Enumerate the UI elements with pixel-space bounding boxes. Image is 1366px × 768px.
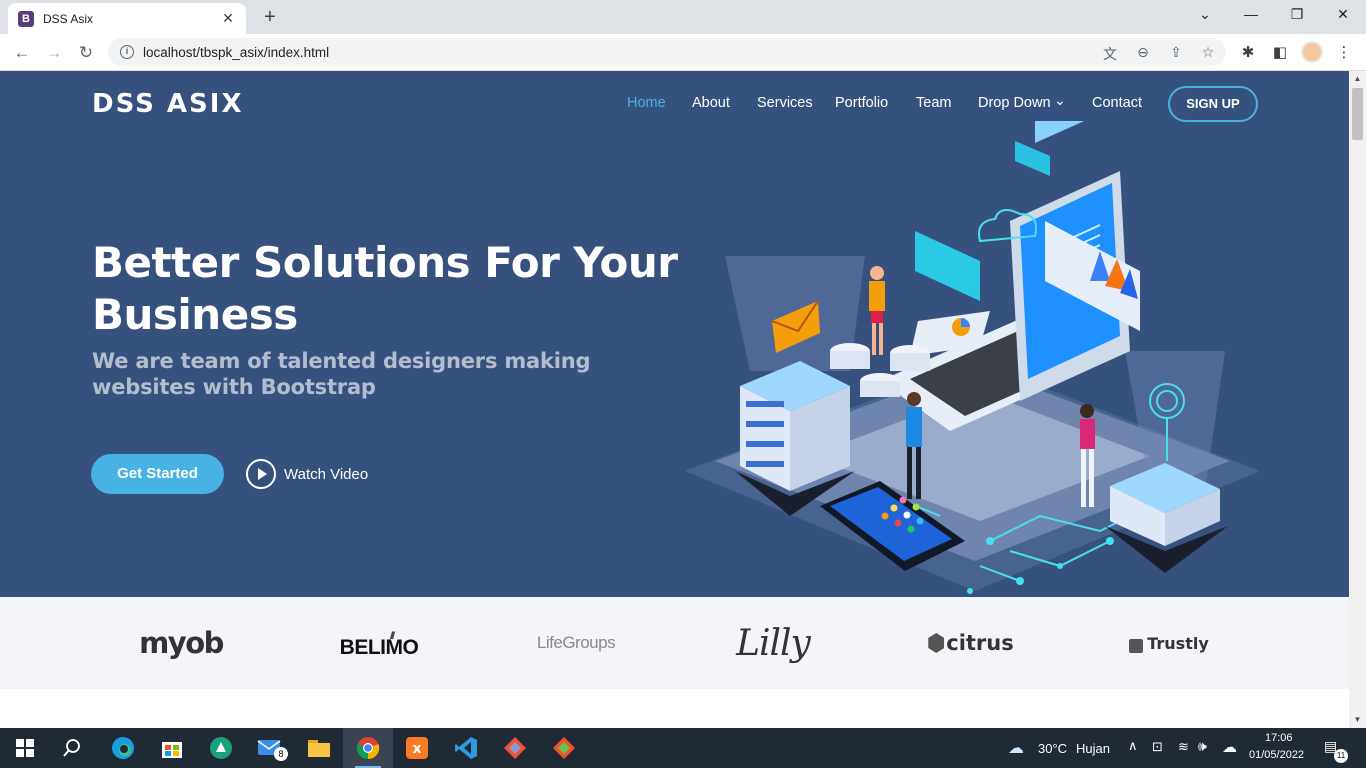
svg-text:x: x <box>412 741 421 757</box>
clients-section: myob //// BELIMO LifeGroups Lilly citrus… <box>0 597 1349 689</box>
tab-search-icon[interactable]: ⌄ <box>1190 4 1220 24</box>
nav-contact[interactable]: Contact <box>1092 95 1142 111</box>
search-icon[interactable] <box>47 728 97 768</box>
client-logo-lilly: Lilly <box>736 622 811 664</box>
translate-icon[interactable]: 文 <box>1101 44 1119 64</box>
nav-team[interactable]: Team <box>916 95 951 111</box>
site-info-icon[interactable]: i <box>120 45 134 59</box>
hero-title: Better Solutions For Your Business <box>92 238 678 339</box>
nav-about[interactable]: About <box>692 95 730 111</box>
url-bar[interactable]: i localhost/tbspk_asix/index.html 文 ⊖ ⇪ … <box>108 38 1226 66</box>
client-logo-belimo: //// BELIMO <box>339 631 419 659</box>
address-toolbar: ← → ↻ i localhost/tbspk_asix/index.html … <box>0 34 1366 71</box>
hero-section: DSS ASIX Home About Services Portfolio T… <box>0 71 1349 597</box>
volume-icon[interactable]: 🕪 <box>1198 738 1207 755</box>
client-logo-myob: myob <box>139 626 224 660</box>
start-windows-icon[interactable] <box>0 728 50 768</box>
belimo-mark-icon: //// <box>390 631 395 642</box>
hero-illustration <box>685 121 1260 594</box>
minimize-icon[interactable]: — <box>1236 4 1266 24</box>
signup-button[interactable]: SIGN UP <box>1168 86 1258 122</box>
weather-description[interactable]: Hujan <box>1076 741 1110 756</box>
get-started-button[interactable]: Get Started <box>91 454 224 494</box>
clock-date[interactable]: 01/05/2022 <box>1249 749 1304 761</box>
browser-tab[interactable]: B DSS Asix ✕ <box>8 3 246 34</box>
bootstrap-favicon-icon: B <box>18 10 34 27</box>
nav-portfolio[interactable]: Portfolio <box>835 95 888 111</box>
nav-dropdown[interactable]: Drop Down <box>978 95 1051 111</box>
client-logo-trustly: Trustly <box>1108 597 1230 689</box>
close-window-icon[interactable]: ✕ <box>1328 4 1358 24</box>
extensions-puzzle-icon[interactable]: ✱ <box>1238 43 1258 61</box>
mail-badge: 8 <box>274 747 288 761</box>
git-tool-icon[interactable] <box>490 728 540 768</box>
app-circle-icon[interactable] <box>196 728 246 768</box>
nav-home[interactable]: Home <box>627 95 666 111</box>
scroll-down-arrow-icon[interactable]: ▼ <box>1349 712 1366 728</box>
wifi-icon[interactable]: ≋ <box>1178 739 1189 755</box>
weather-temperature[interactable]: 30°C <box>1038 741 1067 756</box>
citrus-cube-icon <box>928 633 945 653</box>
client-logo-citrus: citrus <box>910 597 1032 689</box>
hero-subtitle: We are team of talented designers making… <box>92 349 591 399</box>
notification-badge: 11 <box>1334 749 1348 763</box>
chrome-icon[interactable] <box>343 728 393 768</box>
file-explorer-icon[interactable] <box>294 728 344 768</box>
xampp-icon[interactable]: x <box>392 728 442 768</box>
nav-services[interactable]: Services <box>757 95 813 111</box>
reload-icon[interactable]: ↻ <box>74 41 98 65</box>
browser-menu-icon[interactable]: ⋮ <box>1334 43 1354 61</box>
share-icon[interactable]: ⇪ <box>1167 44 1185 61</box>
chevron-up-icon[interactable]: ∧ <box>1128 738 1138 754</box>
page-scrollbar[interactable]: ▲ ▼ <box>1349 71 1366 728</box>
bookmark-star-icon[interactable]: ☆ <box>1199 44 1217 61</box>
tab-title: DSS Asix <box>43 11 94 26</box>
new-tab-icon[interactable]: + <box>258 6 282 28</box>
scroll-up-arrow-icon[interactable]: ▲ <box>1349 71 1366 87</box>
back-icon[interactable]: ← <box>10 41 34 65</box>
watch-video-button[interactable]: Watch Video <box>246 459 368 489</box>
page-viewport: DSS ASIX Home About Services Portfolio T… <box>0 71 1349 728</box>
mail-icon[interactable]: 8 <box>245 728 295 768</box>
watch-video-label: Watch Video <box>284 465 369 483</box>
windows-taskbar: 8 x ☁ 30°C Hujan ∧ ⊡ ≋ 🕪 ☁ 17:06 01/05/2… <box>0 728 1366 768</box>
scroll-thumb[interactable] <box>1352 88 1363 140</box>
vscode-icon[interactable] <box>441 728 491 768</box>
microsoft-store-icon[interactable] <box>147 728 197 768</box>
client-logo-lifegroups: LifeGroups <box>536 633 616 652</box>
browser-tab-strip: B DSS Asix ✕ + ⌄ — ❐ ✕ <box>0 0 1366 34</box>
play-circle-icon <box>246 459 276 489</box>
onedrive-cloud-icon[interactable]: ☁ <box>1222 738 1237 756</box>
restore-icon[interactable]: ❐ <box>1282 4 1312 24</box>
zoom-icon[interactable]: ⊖ <box>1134 44 1152 61</box>
clock-time[interactable]: 17:06 <box>1265 732 1293 744</box>
url-text[interactable]: localhost/tbspk_asix/index.html <box>143 45 329 60</box>
weather-cloud-icon[interactable]: ☁ <box>1008 738 1024 758</box>
forward-icon[interactable]: → <box>42 41 66 65</box>
person-figure-1 <box>869 266 885 355</box>
profile-avatar[interactable] <box>1301 41 1323 63</box>
site-logo[interactable]: DSS ASIX <box>92 89 243 119</box>
side-panel-icon[interactable]: ◧ <box>1270 43 1290 61</box>
meet-now-icon[interactable]: ⊡ <box>1152 739 1163 755</box>
git-tool-2-icon[interactable] <box>539 728 589 768</box>
close-tab-icon[interactable]: ✕ <box>220 10 236 27</box>
edge-browser-icon[interactable] <box>98 728 148 768</box>
chevron-down-icon: ⌄ <box>1054 92 1066 108</box>
padlock-icon <box>1129 639 1144 653</box>
